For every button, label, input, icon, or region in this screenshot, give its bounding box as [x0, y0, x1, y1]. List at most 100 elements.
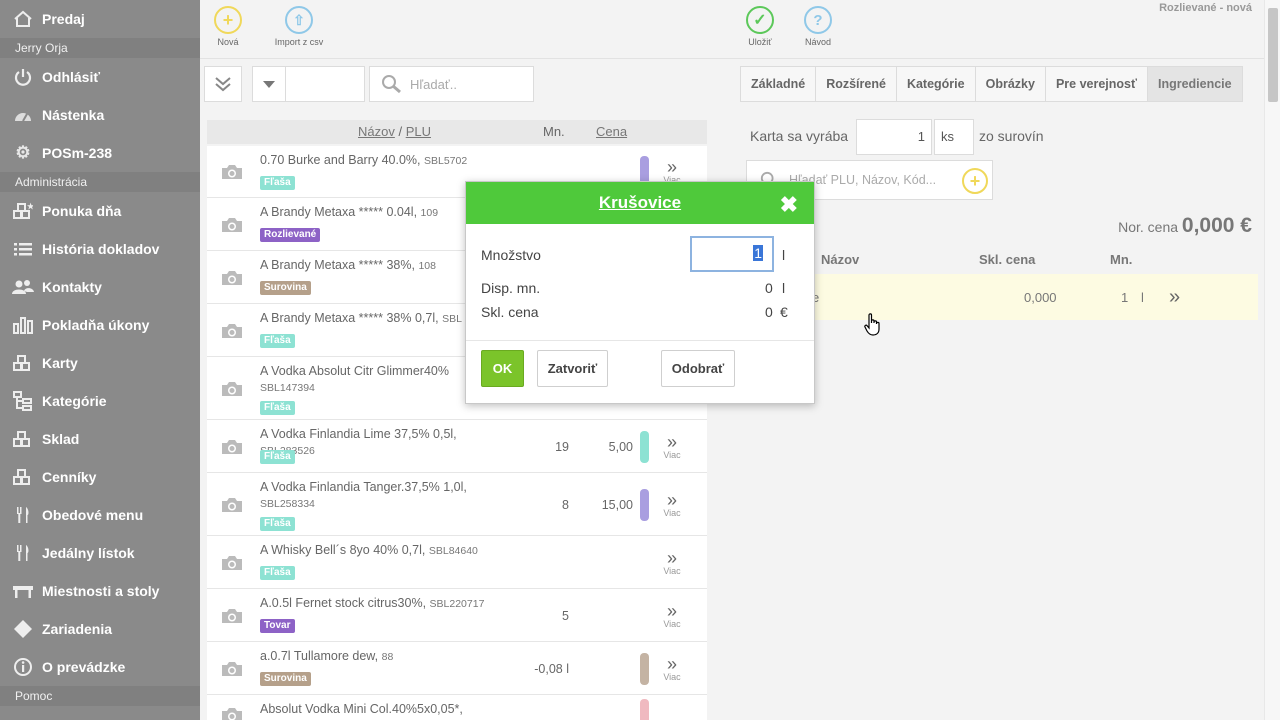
card-name: A Vodka Finlandia Lime 37,5% 0,5l, SBL28… — [260, 426, 510, 459]
card-plu: SBL5702 — [424, 155, 468, 167]
caret-down-icon — [263, 80, 275, 88]
camera-icon[interactable] — [221, 661, 243, 677]
table-row[interactable]: a.0.7l Tullamore dew, 88 Surovina -0,08 l »… — [207, 642, 707, 695]
type-badge: Rozlievané — [260, 228, 321, 242]
search-placeholder: Hľadať.. — [410, 76, 457, 92]
sidebar-item-4[interactable]: Karty — [0, 344, 200, 382]
table-row[interactable]: A Vodka Finlandia Tanger.37,5% 1,0l, SBL… — [207, 473, 707, 536]
table-row[interactable]: A Vodka Finlandia Lime 37,5% 0,5l, SBL28… — [207, 420, 707, 473]
card-name-text: A Vodka Absolut Citr Glimmer40% — [260, 364, 449, 378]
new-button[interactable]: + Nová — [214, 6, 242, 47]
import-csv-button[interactable]: ⇧ Import z csv — [270, 6, 328, 47]
close-button[interactable]: Zatvoriť — [537, 350, 608, 387]
type-badge: Surovina — [260, 672, 311, 686]
sidebar-item-5[interactable]: Kategórie — [0, 382, 200, 420]
tab-1[interactable]: Rozšírené — [815, 66, 897, 102]
sidebar-item-8[interactable]: Obedové menu — [0, 496, 200, 534]
camera-icon[interactable] — [221, 608, 243, 624]
card-name-text: 0.70 Burke and Barry 40.0%, — [260, 153, 421, 167]
scrollbar-thumb[interactable] — [1268, 8, 1278, 102]
sidebar-item-2[interactable]: Kontakty — [0, 268, 200, 306]
blocks-star-icon: ★ — [12, 201, 34, 221]
card-qty: 19 — [555, 440, 569, 454]
more-button[interactable]: »Viac — [658, 602, 686, 629]
more-button[interactable]: »Viac — [658, 548, 686, 576]
modal-title[interactable]: Krušovice — [599, 193, 681, 213]
produced-qty-input[interactable]: 1 — [856, 119, 932, 155]
info-icon — [12, 657, 34, 677]
plus-icon: + — [214, 6, 242, 34]
sidebar-item-label: O prevádzke — [42, 659, 126, 675]
camera-icon[interactable] — [221, 270, 243, 286]
more-button[interactable]: »Viac — [658, 433, 686, 460]
camera-icon[interactable] — [221, 381, 243, 397]
upload-icon: ⇧ — [285, 6, 313, 34]
check-icon: ✓ — [746, 6, 774, 34]
more-label: Viac — [663, 619, 681, 629]
blocks-icon — [12, 353, 34, 373]
tab-0[interactable]: Základné — [740, 66, 817, 102]
table-row[interactable]: A.0.5l Fernet stock citrus30%, SBL220717… — [207, 589, 707, 642]
guide-button[interactable]: ? Návod — [804, 6, 832, 47]
ingredient-row[interactable]: e 0,000 1 l » — [740, 274, 1258, 320]
col-price-header[interactable]: Cena — [596, 124, 627, 139]
tab-5[interactable]: Ingrediencie — [1146, 66, 1243, 102]
remove-button[interactable]: Odobrať — [661, 350, 735, 387]
tab-4[interactable]: Pre verejnosť — [1044, 66, 1148, 102]
more-button[interactable]: »Viac — [658, 655, 686, 682]
sidebar-item-pos[interactable]: ⚙ POSm-238 — [0, 134, 200, 172]
card-price: 5,00 — [608, 440, 633, 454]
camera-icon[interactable] — [221, 164, 243, 180]
table-header: Názov / PLU Mn. Cena — [207, 120, 707, 144]
filter-dropdown-button[interactable] — [252, 66, 286, 102]
produced-unit-select[interactable]: ks — [934, 119, 974, 155]
sidebar-item-12[interactable]: O prevádzke — [0, 648, 200, 686]
qty-input[interactable]: 1 — [690, 236, 774, 272]
col-name-header[interactable]: Názov / PLU — [358, 124, 431, 139]
sidebar-item-0[interactable]: ★ Ponuka dňa — [0, 192, 200, 230]
collapse-filter-button[interactable] — [204, 66, 242, 102]
tab-2[interactable]: Kategórie — [895, 66, 976, 102]
type-badge: Surovina — [260, 281, 311, 295]
sidebar-item-label: Miestnosti a stoly — [42, 583, 160, 599]
ingredient-qty: 1 — [1121, 290, 1129, 305]
sidebar-item-9[interactable]: Jedálny lístok — [0, 534, 200, 572]
camera-icon[interactable] — [221, 555, 243, 571]
card-name: A.0.5l Fernet stock citrus30%, SBL220717 — [260, 595, 510, 612]
more-label: Viac — [663, 672, 681, 682]
search-input[interactable]: Hľadať.. — [369, 66, 534, 102]
more-button[interactable]: »Viac — [658, 491, 686, 518]
card-name-text: A.0.5l Fernet stock citrus30%, — [260, 596, 427, 610]
ok-button[interactable]: OK — [481, 350, 524, 387]
sidebar-item-dashboard[interactable]: Nástenka — [0, 96, 200, 134]
type-badge: Fľaša — [260, 176, 295, 190]
sidebar-item-1[interactable]: História dokladov — [0, 230, 200, 268]
sidebar-item-6[interactable]: Sklad — [0, 420, 200, 458]
sidebar-item-label: Predaj — [42, 11, 85, 27]
table-row[interactable]: Absolut Vodka Mini Col.40%5x0,05*, — [207, 695, 707, 720]
sidebar-item-label: Cenníky — [42, 469, 97, 485]
camera-icon[interactable] — [221, 439, 243, 455]
filter-input[interactable] — [285, 66, 365, 102]
camera-icon[interactable] — [221, 497, 243, 513]
sidebar-item-3[interactable]: Pokladňa úkony — [0, 306, 200, 344]
camera-icon[interactable] — [221, 217, 243, 233]
logout-button[interactable]: Odhlásiť — [0, 58, 200, 96]
sidebar-item-10[interactable]: Miestnosti a stoly — [0, 572, 200, 610]
page-scrollbar[interactable] — [1264, 0, 1280, 720]
sidebar-item-7[interactable]: Cenníky — [0, 458, 200, 496]
camera-icon[interactable] — [221, 707, 243, 720]
sidebar-item-predaj[interactable]: Predaj — [0, 0, 200, 38]
add-ingredient-icon[interactable]: + — [962, 168, 988, 194]
save-button[interactable]: ✓ Uložiť — [746, 6, 774, 47]
camera-icon[interactable] — [221, 323, 243, 339]
tab-3[interactable]: Obrázky — [974, 66, 1046, 102]
normative-price-value: 0,000 € — [1181, 214, 1252, 237]
ingredient-modal: Krušovice ✖ Množstvo 1 l Disp. mn. 0 l S… — [465, 181, 815, 404]
double-chevron-right-icon: » — [666, 548, 677, 568]
ingredient-more-icon[interactable]: » — [1169, 286, 1180, 309]
sidebar-item-11[interactable]: Zariadenia — [0, 610, 200, 648]
card-name-text: A Vodka Finlandia Lime 37,5% 0,5l, — [260, 427, 457, 441]
table-row[interactable]: A Whisky Bell´s 8yo 40% 0,7l, SBL84640 Fľ… — [207, 536, 707, 589]
close-icon[interactable]: ✖ — [780, 192, 798, 218]
